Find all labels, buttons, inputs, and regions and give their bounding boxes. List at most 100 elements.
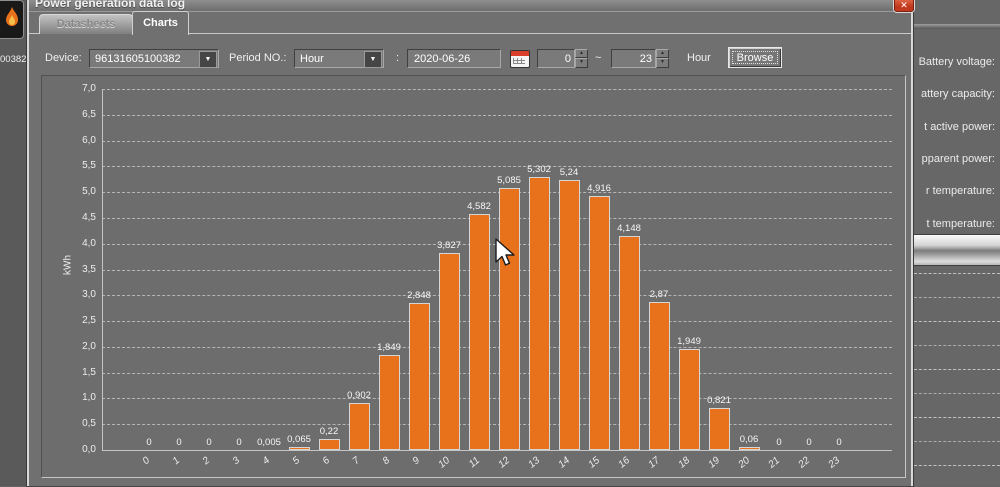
background-gridline: [914, 273, 1000, 274]
background-label: attery capacity:: [921, 88, 995, 101]
background-gridline: [914, 417, 1000, 418]
gridline: [102, 166, 892, 168]
power-generation-dialog: Power generation data log ✕ Datasheets C…: [26, 0, 914, 487]
period-value: Hour: [300, 53, 324, 65]
y-tick-label: 5,0: [82, 186, 96, 198]
bar-value-label: 2,848: [407, 290, 431, 301]
background-gridline: [914, 393, 1000, 394]
gridline: [102, 114, 892, 116]
calendar-icon[interactable]: [510, 50, 530, 68]
bar: [649, 302, 670, 450]
bar: [379, 355, 400, 450]
background-gridline: [914, 297, 1000, 298]
bar: [409, 303, 430, 450]
background-label: Battery voltage:: [918, 56, 995, 68]
app-flame-icon: [0, 0, 24, 39]
y-axis-line: [102, 89, 103, 450]
spin-up-icon[interactable]: ▲: [656, 49, 669, 58]
x-tick-label: 7: [350, 455, 363, 468]
gridline: [102, 424, 892, 426]
bar-value-label: 0,821: [707, 395, 731, 406]
close-icon[interactable]: ✕: [894, 0, 914, 12]
y-tick-label: 0,0: [82, 444, 96, 455]
period-combobox[interactable]: Hour ▼: [294, 49, 384, 68]
y-tick-label: 2,5: [82, 315, 96, 327]
spin-down-icon[interactable]: ▼: [575, 58, 588, 68]
bar-value-label: 5,085: [497, 175, 521, 186]
x-tick-label: 11: [467, 455, 483, 471]
bar: [499, 188, 520, 450]
background-metal-button[interactable]: [912, 234, 1000, 266]
background-gridline: [914, 321, 1000, 322]
x-tick-label: 9: [410, 455, 423, 468]
hour-to-value: 23: [639, 53, 652, 65]
bar-value-label: 3,827: [437, 240, 461, 251]
y-tick-label: 1,5: [82, 366, 96, 378]
date-separator: :: [396, 52, 400, 64]
bar: [559, 180, 580, 450]
hour-unit-label: Hour: [687, 52, 711, 64]
background-device-id: 00382: [0, 54, 26, 65]
x-tick-label: 19: [706, 455, 723, 471]
bar: [319, 439, 340, 450]
bar-value-label: 0,902: [347, 390, 371, 401]
hour-from-input[interactable]: 0: [537, 49, 575, 68]
x-tick-label: 3: [230, 455, 243, 468]
bar-value-label: 0,22: [319, 426, 339, 437]
x-tick-label: 16: [616, 455, 633, 471]
bar-value-label: 4,916: [587, 183, 611, 194]
gridline: [102, 295, 892, 297]
x-tick-label: 5: [290, 455, 303, 468]
date-field[interactable]: 2020-06-26: [407, 49, 501, 68]
x-tick-label: 18: [676, 455, 693, 471]
background-gridline: [914, 369, 1000, 370]
background-gridline: [914, 345, 1000, 346]
device-combobox[interactable]: 96131605100382 ▼: [89, 49, 219, 68]
bar: [439, 253, 460, 450]
device-label: Device:: [45, 52, 82, 64]
period-label: Period NO.:: [229, 52, 287, 64]
chevron-down-icon[interactable]: ▼: [199, 51, 217, 68]
hour-from-spinner[interactable]: ▲ ▼: [575, 49, 588, 68]
bar: [589, 196, 610, 450]
y-tick-label: 5,5: [82, 160, 96, 172]
bar: [349, 403, 370, 450]
browse-button[interactable]: Browse: [728, 47, 782, 68]
y-tick-label: 4,5: [82, 211, 96, 223]
gridline: [102, 372, 892, 374]
tab-datasheets[interactable]: Datasheets: [39, 14, 133, 34]
y-tick-label: 4,0: [82, 237, 96, 249]
bar-value-label: 2,87: [649, 289, 669, 300]
bar: [469, 214, 490, 450]
y-tick-label: 2,0: [82, 340, 96, 352]
date-value: 2020-06-26: [414, 53, 471, 65]
hour-from-value: 0: [564, 53, 571, 65]
chevron-down-icon[interactable]: ▼: [364, 51, 382, 68]
range-tilde: ~: [595, 52, 602, 64]
x-tick-label: 21: [766, 455, 783, 471]
spin-up-icon[interactable]: ▲: [575, 49, 588, 58]
tab-charts[interactable]: Charts: [132, 11, 189, 35]
hour-to-input[interactable]: 23: [611, 49, 656, 68]
x-tick-label: 23: [826, 455, 843, 471]
background-gridline: [914, 441, 1000, 442]
spin-down-icon[interactable]: ▼: [656, 58, 669, 68]
x-tick-label: 17: [646, 455, 663, 471]
x-tick-label: 6: [320, 455, 333, 468]
bar: [529, 177, 550, 450]
x-tick-label: 12: [496, 455, 513, 471]
gridline: [102, 140, 892, 142]
background-right-panel: Battery voltage: attery capacity: t active…: [912, 0, 1000, 486]
x-tick-label: 10: [436, 455, 453, 471]
hour-to-spinner[interactable]: ▲ ▼: [656, 49, 669, 68]
gridline: [102, 89, 892, 90]
background-gridline: [914, 465, 1000, 466]
device-value: 96131605100382: [95, 53, 181, 65]
x-tick-label: 20: [736, 455, 753, 471]
x-axis-line: [102, 450, 892, 451]
bar-value-label: 1,949: [677, 336, 701, 347]
x-tick-label: 4: [260, 455, 273, 468]
gridline: [102, 346, 892, 348]
y-tick-label: 7,0: [82, 83, 96, 94]
mouse-cursor: [494, 238, 516, 270]
